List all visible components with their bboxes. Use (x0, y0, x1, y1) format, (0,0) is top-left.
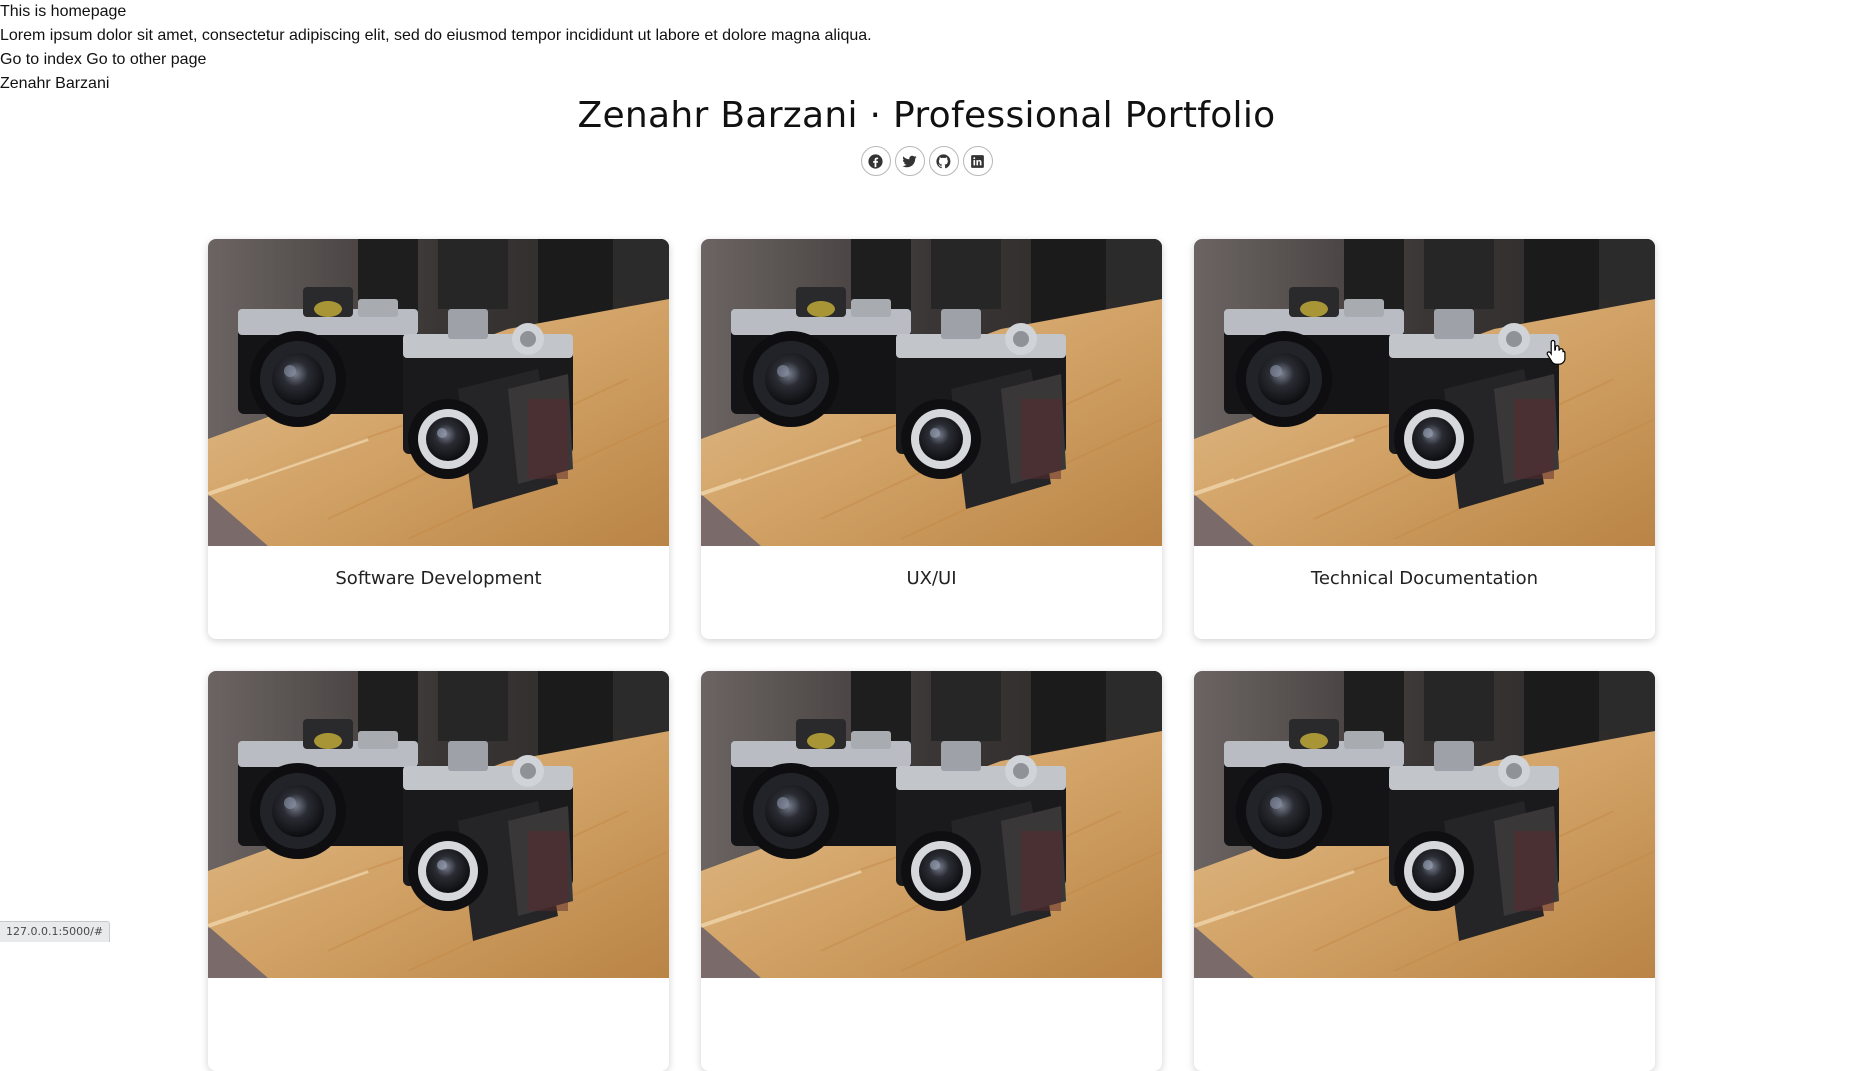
card-caption: Technical Documentation (1310, 568, 1539, 589)
card-software-development[interactable]: Software Development (208, 239, 669, 639)
portfolio-grid: Software Development UX/UI Technical Doc… (208, 239, 1655, 1071)
twitter-icon (902, 155, 917, 167)
hand-cursor-icon (1546, 339, 1566, 365)
camera-photo-image (208, 239, 669, 546)
status-bar-url: 127.0.0.1:5000/# (0, 921, 111, 942)
card-ux-ui[interactable]: UX/UI (701, 239, 1162, 639)
nav-links: Go to index Go to other page (0, 48, 1853, 72)
page-title: Zenahr Barzani · Professional Portfolio (577, 95, 1276, 136)
card-caption: UX/UI (906, 568, 957, 589)
facebook-icon (868, 153, 883, 169)
camera-photo-image (1194, 671, 1655, 978)
card-4[interactable] (208, 671, 669, 1071)
camera-photo-image (208, 671, 669, 978)
card-caption (208, 978, 669, 1000)
social-links (0, 146, 1853, 176)
go-to-index-link[interactable]: Go to index (0, 51, 82, 68)
lorem-text: Lorem ipsum dolor sit amet, consectetur … (0, 27, 872, 44)
facebook-link[interactable] (860, 146, 891, 176)
camera-photo-image (701, 671, 1162, 978)
card-caption (1194, 978, 1655, 1000)
github-icon (936, 153, 951, 168)
card-technical-documentation[interactable]: Technical Documentation (1194, 239, 1655, 639)
camera-photo-image (701, 239, 1162, 546)
linkedin-link[interactable] (962, 146, 993, 176)
camera-photo-image (1194, 239, 1655, 546)
github-link[interactable] (928, 146, 959, 176)
card-6[interactable] (1194, 671, 1655, 1071)
homepage-text: This is homepage (0, 3, 127, 20)
card-caption: Software Development (335, 568, 542, 589)
portfolio-header: Zenahr Barzani · Professional Portfolio (0, 92, 1853, 176)
twitter-link[interactable] (894, 146, 925, 176)
go-to-other-page-link[interactable]: Go to other page (86, 51, 206, 68)
card-caption (701, 978, 1162, 1000)
linkedin-icon (971, 154, 984, 168)
card-5[interactable] (701, 671, 1162, 1071)
